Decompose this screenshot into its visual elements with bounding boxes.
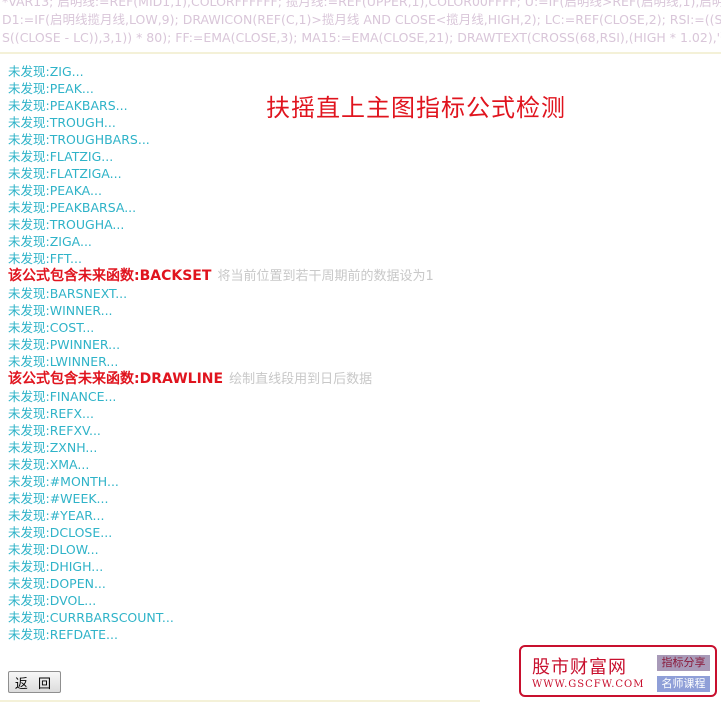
not-found-item: 未发现:ZIG... xyxy=(8,64,84,79)
site-logo[interactable]: 股市财富网 WWW.GSCFW.COM 指标分享 名师课程 xyxy=(519,645,717,697)
not-found-item: 未发现:PEAKBARS... xyxy=(8,98,128,113)
not-found-item: 未发现:XMA... xyxy=(8,457,90,472)
not-found-item: 未发现:DOPEN... xyxy=(8,576,106,591)
not-found-item: 未发现:TROUGH... xyxy=(8,115,116,130)
not-found-item: 未发现:PWINNER... xyxy=(8,337,121,352)
not-found-item: 未发现:FLATZIGA... xyxy=(8,166,122,181)
not-found-item: 未发现:#WEEK... xyxy=(8,491,109,506)
not-found-item: 未发现:BARSNEXT... xyxy=(8,286,128,301)
logo-tag-courses: 名师课程 xyxy=(657,676,710,692)
not-found-item: 未发现:DHIGH... xyxy=(8,559,104,574)
formula-code-line: S((CLOSE - LC)),3,1)) * 80); FF:=EMA(CLO… xyxy=(2,30,721,45)
check-results-list: 未发现:ZIG... 未发现:PEAK... 未发现:PEAKBARS... 未发现:… xyxy=(8,63,608,643)
not-found-item: 未发现:TROUGHA... xyxy=(8,217,125,232)
not-found-item: 未发现:REFDATE... xyxy=(8,627,118,642)
back-button[interactable]: 返 回 xyxy=(8,671,61,693)
not-found-item: 未发现:#YEAR... xyxy=(8,508,105,523)
not-found-item: 未发现:DCLOSE... xyxy=(8,525,113,540)
not-found-item: 未发现:FINANCE... xyxy=(8,389,117,404)
not-found-item: 未发现:REFXV... xyxy=(8,423,101,438)
logo-name: 股市财富网 xyxy=(532,657,627,678)
not-found-item: 未发现:WINNER... xyxy=(8,303,113,318)
logo-url: WWW.GSCFW.COM xyxy=(532,679,645,690)
not-found-item: 未发现:DVOL... xyxy=(8,593,97,608)
future-function-warning: 该公式包含未来函数:DRAWLINE 绘制直线段用到日后数据 xyxy=(8,370,608,388)
not-found-item: 未发现:LWINNER... xyxy=(8,354,119,369)
not-found-item: 未发现:PEAKBARSA... xyxy=(8,200,137,215)
not-found-item: 未发现:PEAKA... xyxy=(8,183,102,198)
logo-tag-indicator-share: 指标分享 xyxy=(657,655,710,671)
formula-code-line: D1:=IF(启明线揽月线,LOW,9); DRAWICON(REF(C,1)>… xyxy=(2,12,721,27)
future-function-description: 绘制直线段用到日后数据 xyxy=(229,372,373,387)
future-function-label: 该公式包含未来函数:DRAWLINE xyxy=(8,371,224,387)
not-found-item: 未发现:ZIGA... xyxy=(8,234,92,249)
not-found-item: 未发现:CURRBARSCOUNT... xyxy=(8,610,174,625)
formula-code-box: *VAR13; 启明线:=REF(MID1,1),COLORFFFFFF; 揽月… xyxy=(0,0,721,54)
not-found-item: 未发现:FFT... xyxy=(8,251,82,266)
formula-code-line: *VAR13; 启明线:=REF(MID1,1),COLORFFFFFF; 揽月… xyxy=(2,0,721,9)
not-found-item: 未发现:#MONTH... xyxy=(8,474,119,489)
not-found-item: 未发现:REFX... xyxy=(8,406,94,421)
not-found-item: 未发现:PEAK... xyxy=(8,81,94,96)
future-function-label: 该公式包含未来函数:BACKSET xyxy=(8,268,212,284)
not-found-item: 未发现:COST... xyxy=(8,320,95,335)
future-function-description: 将当前位置到若干周期前的数据设为1 xyxy=(217,269,434,284)
not-found-item: 未发现:FLATZIG... xyxy=(8,149,114,164)
not-found-item: 未发现:TROUGHBARS... xyxy=(8,132,150,147)
not-found-item: 未发现:DLOW... xyxy=(8,542,99,557)
future-function-warning: 该公式包含未来函数:BACKSET 将当前位置到若干周期前的数据设为1 xyxy=(8,267,608,285)
not-found-item: 未发现:ZXNH... xyxy=(8,440,98,455)
